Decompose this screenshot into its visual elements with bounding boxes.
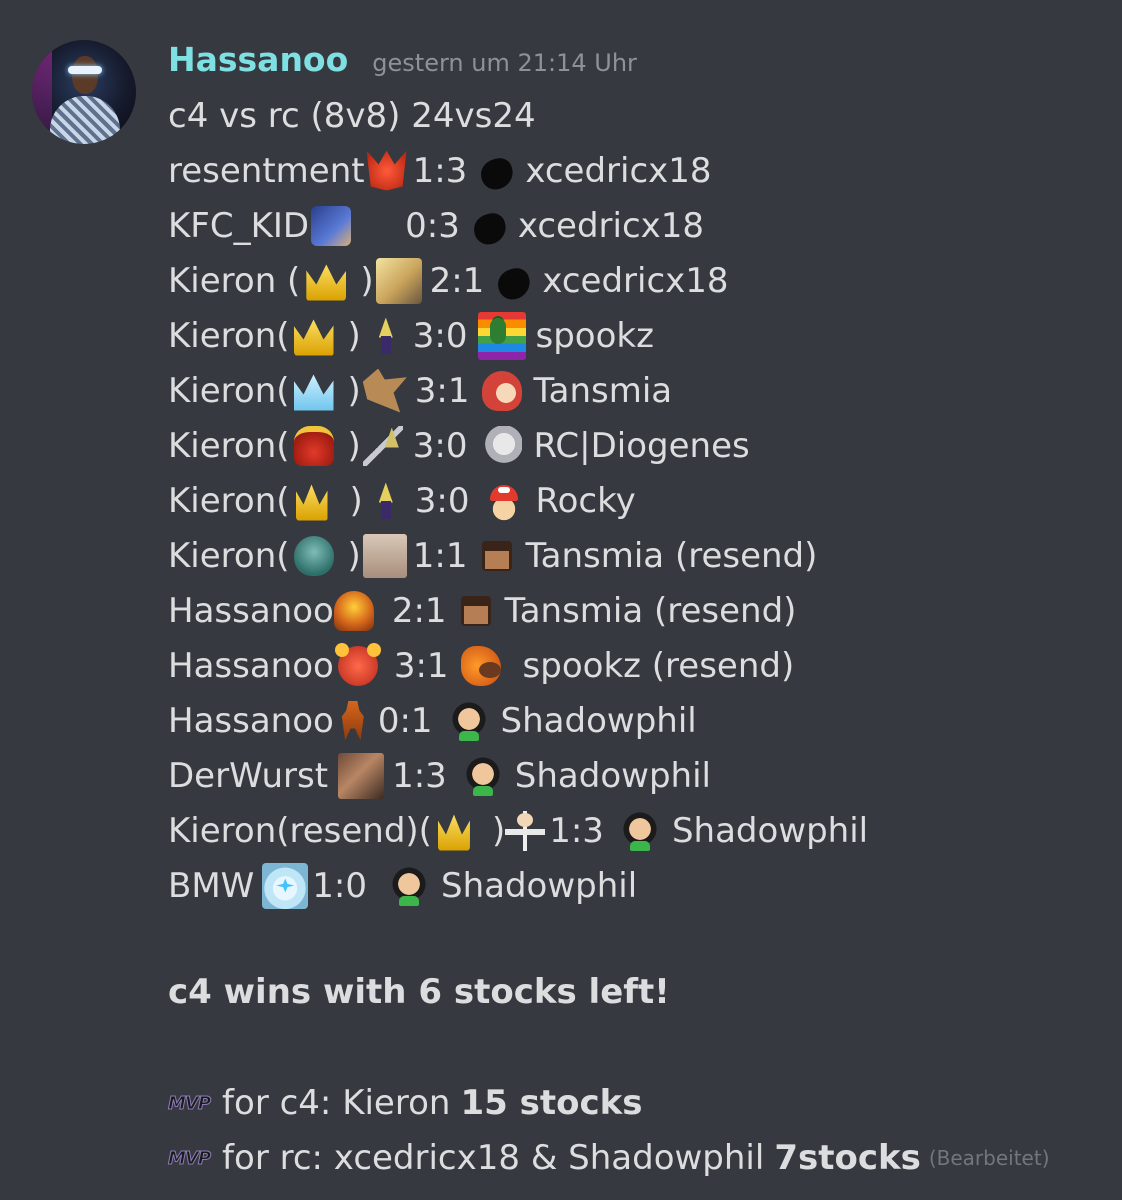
mvp-icon: MVP [167, 1092, 211, 1114]
user-avatar[interactable] [32, 40, 136, 144]
anime-white-hair-icon [262, 862, 309, 909]
timestamp[interactable]: gestern um 21:14 Uhr [372, 49, 637, 77]
result-text: c4 wins with 6 stocks left! [168, 972, 670, 1012]
little-mac-icon [448, 700, 489, 741]
match-row: BMW 1:0 Shadowphil [168, 858, 868, 913]
red-hair-character-icon [481, 370, 522, 411]
red-mask-icon [366, 150, 407, 191]
match-row: Hassanoo 2:1 Tansmia (resend) [168, 590, 797, 631]
black-blob-icon [470, 209, 510, 248]
steve-icon [460, 595, 491, 626]
kazooie-icon [460, 645, 501, 686]
sephiroth-icon [481, 425, 522, 466]
little-mac-icon [462, 755, 503, 796]
match-row: Kieron(resend)( ) 1:3 Shadowphil [168, 810, 869, 851]
gold-crown-icon [306, 264, 347, 301]
mvp-line-c4: MVP for c4: Kieron 15 stocks [167, 1083, 643, 1123]
steve-icon [481, 540, 512, 571]
match-row: Kieron( ) 3:1 Tansmia [168, 368, 673, 413]
cloud-spiky-icon [362, 368, 407, 413]
banjo-icon [334, 642, 381, 686]
match-row: DerWurst 1:3 Shadowphil [168, 748, 868, 803]
edited-label: (Bearbeitet) [928, 1146, 1050, 1170]
little-mac-icon [619, 810, 660, 851]
red-crown-icon [293, 425, 334, 466]
dr-mario-icon [505, 810, 546, 851]
message-header: Hassanoo gestern um 21:14 Uhr [168, 40, 637, 84]
match-row: KFC_KID 0:3 xcedricx18 [168, 205, 705, 248]
match-row: Kieron( ) 3:0 spookz [168, 308, 868, 363]
match-row: Kieron( ) 3:0 RC|Diogenes [168, 425, 750, 466]
samus-helmet-icon [333, 590, 374, 631]
cloud-portrait-icon [375, 257, 422, 304]
match-row: resentment 1:3 xcedricx18 [168, 150, 712, 193]
message-body: c4 vs rc (8v8) 24vs24 resentment 1:3 xce… [168, 88, 868, 913]
gold-crown-icon [295, 484, 328, 521]
blue-crown-icon [293, 374, 334, 411]
anime-character-icon [311, 205, 352, 246]
teal-spirit-icon [293, 535, 334, 576]
mvp-icon: MVP [167, 1147, 211, 1169]
cloud-standing-icon [365, 481, 405, 521]
little-mac-icon [389, 865, 429, 906]
cloud-chibi-icon [365, 316, 405, 356]
gold-crown-icon [437, 814, 470, 851]
match-row: Hassanoo 3:1 spookz (resend) [168, 642, 795, 686]
gold-crown-icon [293, 319, 334, 356]
message-title: c4 vs rc (8v8) 24vs24 [168, 95, 536, 136]
match-row: Kieron ( ) 2:1 xcedricx18 [168, 253, 868, 308]
mvp-line-rc: MVP for rc: xcedricx18 & Shadowphil 7sto… [167, 1138, 1050, 1178]
photo-icon [338, 752, 385, 799]
rainbow-luigi-icon [477, 311, 526, 360]
pale-face-icon [362, 533, 407, 578]
black-blob-icon [494, 264, 534, 303]
match-row: Hassanoo 0:1 Shadowphil [168, 700, 697, 741]
red-cap-character-icon [483, 480, 524, 521]
cloud-sword-icon [362, 425, 403, 466]
match-row: Kieron( ) 1:1 Tansmia (resend) [168, 533, 818, 578]
samus-full-icon [341, 700, 364, 741]
black-blob-icon [477, 154, 517, 193]
username[interactable]: Hassanoo [168, 40, 348, 79]
match-row: Kieron( ) 3:0 Rocky [168, 480, 636, 521]
